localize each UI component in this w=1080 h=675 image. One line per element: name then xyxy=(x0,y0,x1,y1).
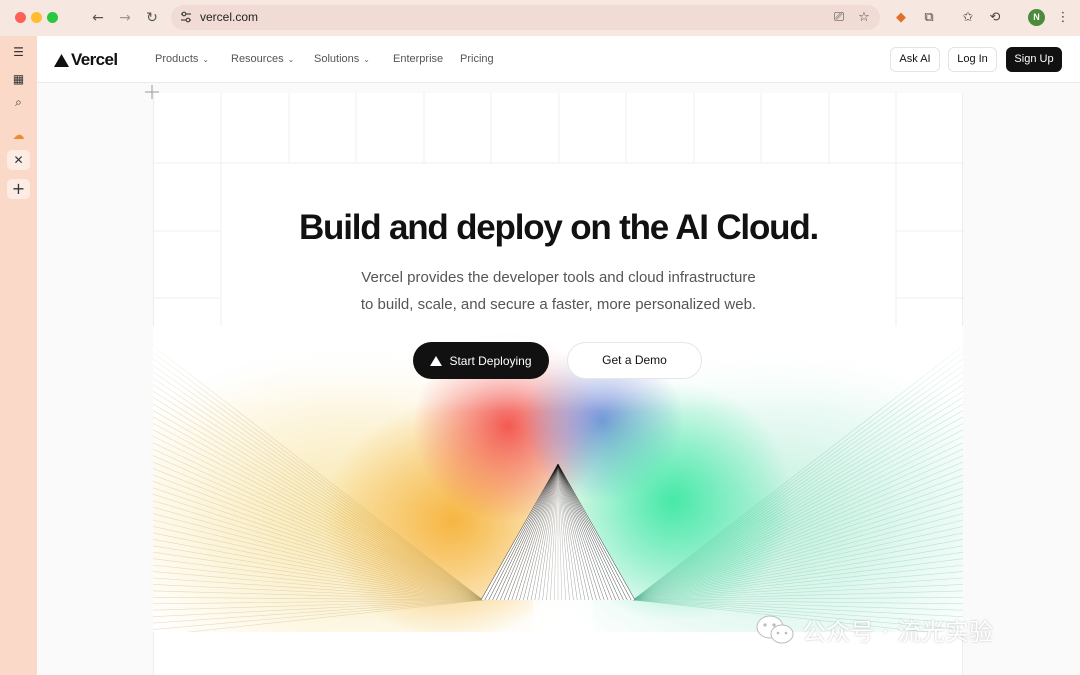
chevron-down-icon: ⌄ xyxy=(287,54,295,64)
address-bar[interactable]: vercel.com ⎚ ☆ xyxy=(171,5,880,30)
get-a-demo-button[interactable]: Get a Demo xyxy=(567,342,702,379)
history-icon[interactable]: ⟲ xyxy=(986,9,1004,27)
reading-list-icon[interactable]: ✩ xyxy=(959,9,977,27)
tab-search-icon[interactable]: ⌕ xyxy=(7,92,30,112)
wechat-watermark: 公众号 · 流光实验 xyxy=(756,612,993,647)
corner-plus-icon xyxy=(145,85,159,99)
nav-solutions[interactable]: Solutions ⌄ xyxy=(314,53,370,65)
ask-ai-button[interactable]: Ask AI xyxy=(890,47,940,72)
vercel-logo[interactable]: Vercel xyxy=(54,50,118,70)
hero-title: Build and deploy on the AI Cloud. xyxy=(298,208,819,247)
web-page: Vercel Products ⌄ Resources ⌄ Solutions … xyxy=(37,36,1080,675)
cloudflare-tab-icon[interactable]: ☁ xyxy=(7,125,30,145)
site-header: Vercel Products ⌄ Resources ⌄ Solutions … xyxy=(37,36,1080,83)
vercel-triangle-icon xyxy=(54,53,69,67)
back-arrow-icon[interactable]: ← xyxy=(88,8,108,28)
nav-pricing[interactable]: Pricing xyxy=(460,53,494,65)
hero-subtitle-line1: Vercel provides the developer tools and … xyxy=(361,269,756,286)
profile-avatar[interactable]: N xyxy=(1028,9,1045,26)
maximize-window-button[interactable] xyxy=(47,12,58,23)
install-app-icon[interactable]: ⎚ xyxy=(831,10,847,26)
address-bar-url: vercel.com xyxy=(200,10,259,24)
start-deploying-label: Start Deploying xyxy=(449,353,532,368)
hero-prism-artwork xyxy=(153,326,963,632)
forward-arrow-icon[interactable]: → xyxy=(115,8,135,28)
nav-products-label: Products xyxy=(155,53,199,65)
close-tab-icon[interactable]: ✕ xyxy=(7,150,30,170)
chevron-down-icon: ⌄ xyxy=(363,54,370,64)
browser-sidebar: ☰ ▦ ⌕ ☁ ✕ + xyxy=(0,36,37,675)
brand-name: Vercel xyxy=(71,50,118,69)
sign-up-button[interactable]: Sign Up xyxy=(1006,47,1062,72)
nav-solutions-label: Solutions xyxy=(314,53,360,65)
new-tab-icon[interactable]: + xyxy=(7,179,30,199)
nav-resources-label: Resources xyxy=(231,53,284,65)
watermark-text: 公众号 · 流光实验 xyxy=(802,618,993,646)
log-in-button[interactable]: Log In xyxy=(948,47,997,72)
close-window-button[interactable] xyxy=(15,12,26,23)
site-settings-icon[interactable] xyxy=(178,9,194,25)
reload-icon[interactable]: ↻ xyxy=(142,8,162,28)
nav-resources[interactable]: Resources ⌄ xyxy=(231,53,294,65)
bookmark-star-icon[interactable]: ☆ xyxy=(856,10,872,26)
minimize-window-button[interactable] xyxy=(31,12,42,23)
vercel-triangle-icon xyxy=(430,355,443,366)
more-menu-icon[interactable]: ⋮ xyxy=(1054,9,1072,27)
collapse-tabs-icon[interactable]: ☰ xyxy=(7,42,30,62)
nav-products[interactable]: Products ⌄ xyxy=(155,53,209,65)
nav-enterprise-label: Enterprise xyxy=(393,53,444,65)
start-deploying-button[interactable]: Start Deploying xyxy=(413,342,549,379)
tab-grid-icon[interactable]: ▦ xyxy=(7,69,30,89)
extension-icon[interactable]: ◆ xyxy=(892,9,910,27)
chevron-down-icon: ⌄ xyxy=(202,54,210,64)
browser-titlebar: ← → ↻ vercel.com ⎚ ☆ ◆ ⧉ ✩ ⟲ N ⋮ xyxy=(0,0,1080,36)
nav-enterprise[interactable]: Enterprise xyxy=(393,53,443,65)
extensions-puzzle-icon[interactable]: ⧉ xyxy=(920,9,938,27)
wechat-icon xyxy=(756,615,794,643)
hero-subtitle-line2: to build, scale, and secure a faster, mo… xyxy=(360,296,757,313)
nav-pricing-label: Pricing xyxy=(460,53,494,65)
